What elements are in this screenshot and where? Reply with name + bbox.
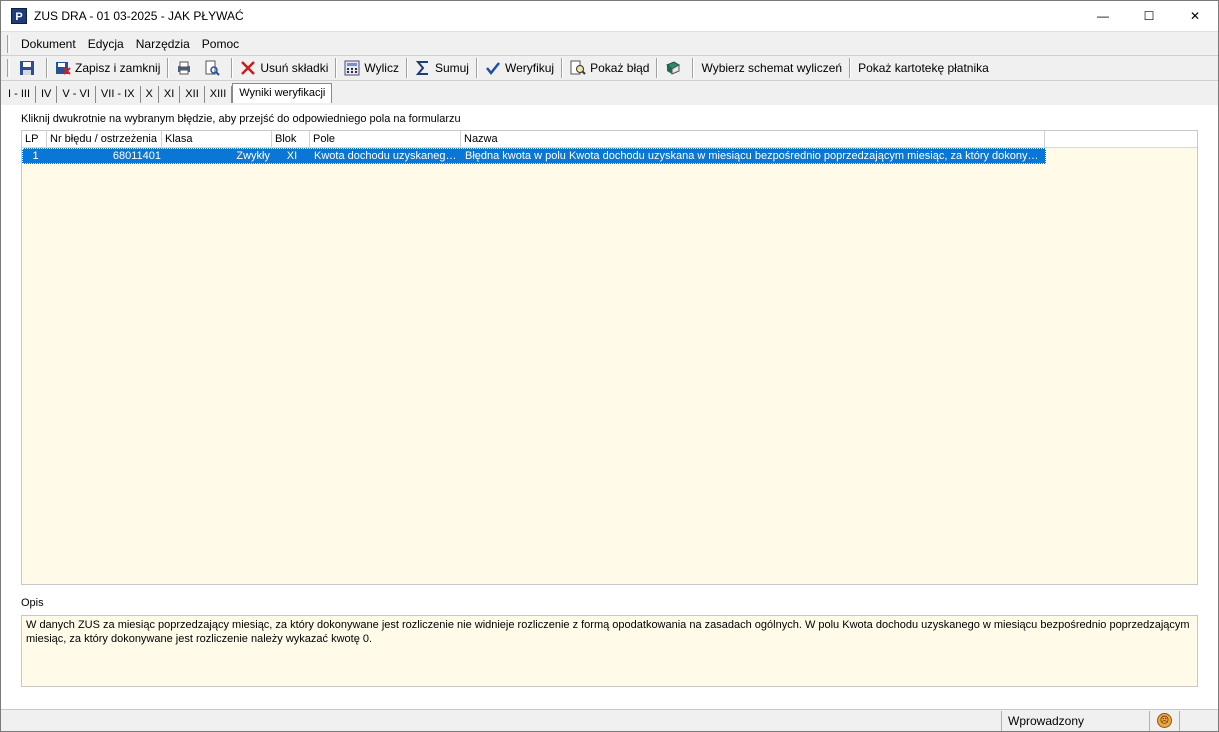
column-header-lp[interactable]: LP	[22, 131, 47, 147]
column-header-name[interactable]: Nazwa	[461, 131, 1045, 147]
menu-bar: Dokument Edycja Narzędzia Pomoc	[1, 31, 1218, 55]
show-error-label: Pokaż błąd	[590, 61, 650, 75]
show-payer-card-label: Pokaż kartotekę płatnika	[858, 61, 989, 75]
cell-error-number: 68011401	[112, 150, 161, 162]
app-logo-icon: P	[11, 8, 27, 24]
grid-header: LP Nr błędu / ostrzeżenia Klasa Blok Pol…	[22, 131, 1197, 148]
sum-button[interactable]: Sumuj	[411, 57, 473, 79]
table-row[interactable]: 1 68011401 Zwykły XI Kwota dochodu uzysk…	[22, 148, 1046, 164]
red-x-icon	[241, 61, 256, 75]
show-payer-card-button[interactable]: Pokaż kartotekę płatnika	[854, 57, 993, 79]
print-preview-button[interactable]	[200, 57, 228, 79]
remove-contributions-label: Usuń składki	[260, 61, 329, 75]
save-close-icon	[56, 62, 71, 75]
toolbar-separator	[849, 58, 852, 78]
cell-field: Kwota dochodu uzyskanego ...	[314, 150, 462, 162]
tab-xi[interactable]: XI	[159, 86, 181, 103]
tab-xiii[interactable]: XIII	[205, 86, 233, 103]
print-preview-icon	[205, 60, 221, 76]
sad-face-icon: ☹	[1157, 713, 1172, 728]
printer-icon	[178, 61, 191, 75]
menu-pomoc[interactable]: Pomoc	[196, 37, 245, 51]
menu-edycja[interactable]: Edycja	[82, 37, 130, 51]
menu-dokument[interactable]: Dokument	[15, 37, 82, 51]
save-and-close-label: Zapisz i zamknij	[75, 61, 161, 75]
menu-grip	[7, 34, 10, 53]
toolbar-separator	[692, 58, 695, 78]
cell-name: Błędna kwota w polu Kwota dochodu uzyska…	[465, 150, 1045, 162]
toolbar-separator	[231, 58, 234, 78]
toolbar: Zapisz i zamknij Usuń składki Wylicz Sum…	[1, 55, 1218, 81]
calculate-label: Wylicz	[364, 61, 399, 75]
status-panel	[1, 710, 1002, 731]
column-header-error-number[interactable]: Nr błędu / ostrzeżenia	[47, 131, 162, 147]
tab-i-iii[interactable]: I - III	[3, 86, 36, 103]
verification-grid[interactable]: LP Nr błędu / ostrzeżenia Klasa Blok Pol…	[21, 130, 1198, 585]
tab-xii[interactable]: XII	[180, 86, 205, 103]
floppy-disk-icon	[20, 61, 34, 75]
cell-block: XI	[286, 150, 298, 162]
calculate-button[interactable]: Wylicz	[340, 57, 403, 79]
close-button[interactable]: ✕	[1172, 1, 1218, 31]
cell-lp: 1	[32, 150, 39, 162]
remove-contributions-button[interactable]: Usuń składki	[236, 57, 332, 79]
tab-verification-results[interactable]: Wyniki weryfikacji	[232, 83, 333, 103]
save-and-close-button[interactable]: Zapisz i zamknij	[51, 57, 164, 79]
column-header-field[interactable]: Pole	[310, 131, 461, 147]
status-grip	[1180, 711, 1218, 731]
toolbar-separator	[475, 58, 478, 78]
column-header-class[interactable]: Klasa	[162, 131, 272, 147]
sigma-icon	[415, 61, 428, 75]
choose-scheme-button[interactable]: Wybierz schemat wyliczeń	[697, 57, 846, 79]
description-label: Opis	[21, 597, 44, 609]
toolbar-separator	[561, 58, 564, 78]
checkmark-icon	[485, 62, 500, 76]
verify-label: Weryfikuj	[504, 61, 555, 75]
toolbar-grip	[7, 59, 10, 77]
section-tabs: I - III IV V - VI VII - IX X XI XII XIII…	[1, 81, 1218, 103]
save-button[interactable]	[15, 57, 43, 79]
calculator-icon	[344, 60, 360, 76]
toolbar-separator	[405, 58, 408, 78]
toolbar-separator	[46, 58, 48, 78]
book-button[interactable]	[661, 57, 689, 79]
choose-scheme-label: Wybierz schemat wyliczeń	[701, 61, 843, 75]
menu-narzedzia[interactable]: Narzędzia	[130, 37, 196, 51]
status-icon-panel: ☹	[1150, 710, 1180, 731]
minimize-button[interactable]: —	[1080, 1, 1126, 31]
toolbar-separator	[167, 58, 170, 78]
title-bar: P ZUS DRA - 01 03-2025 - JAK PŁYWAĆ — ☐ …	[1, 1, 1218, 31]
print-button[interactable]	[172, 57, 200, 79]
verify-button[interactable]: Weryfikuj	[481, 57, 558, 79]
book-icon	[666, 61, 681, 75]
tab-v-vi[interactable]: V - VI	[57, 86, 96, 103]
column-header-block[interactable]: Blok	[272, 131, 310, 147]
tab-content: Kliknij dwukrotnie na wybranym błędzie, …	[1, 105, 1218, 709]
status-bar: Wprowadzony ☹	[1, 709, 1218, 731]
toolbar-separator	[335, 58, 338, 78]
maximize-button[interactable]: ☐	[1126, 1, 1172, 31]
cell-class: Zwykły	[236, 150, 270, 162]
tab-iv[interactable]: IV	[36, 86, 58, 103]
app-window: P ZUS DRA - 01 03-2025 - JAK PŁYWAĆ — ☐ …	[0, 0, 1219, 732]
toolbar-separator	[656, 58, 659, 78]
window-title: ZUS DRA - 01 03-2025 - JAK PŁYWAĆ	[34, 9, 244, 23]
instruction-text: Kliknij dwukrotnie na wybranym błędzie, …	[21, 113, 461, 125]
error-search-icon	[570, 60, 586, 75]
tab-x[interactable]: X	[141, 86, 159, 103]
tab-vii-ix[interactable]: VII - IX	[96, 86, 141, 103]
sum-label: Sumuj	[434, 61, 469, 75]
document-status: Wprowadzony	[1002, 710, 1150, 731]
description-box[interactable]: W danych ZUS za miesiąc poprzedzający mi…	[21, 615, 1198, 687]
show-error-button[interactable]: Pokaż błąd	[566, 57, 653, 79]
